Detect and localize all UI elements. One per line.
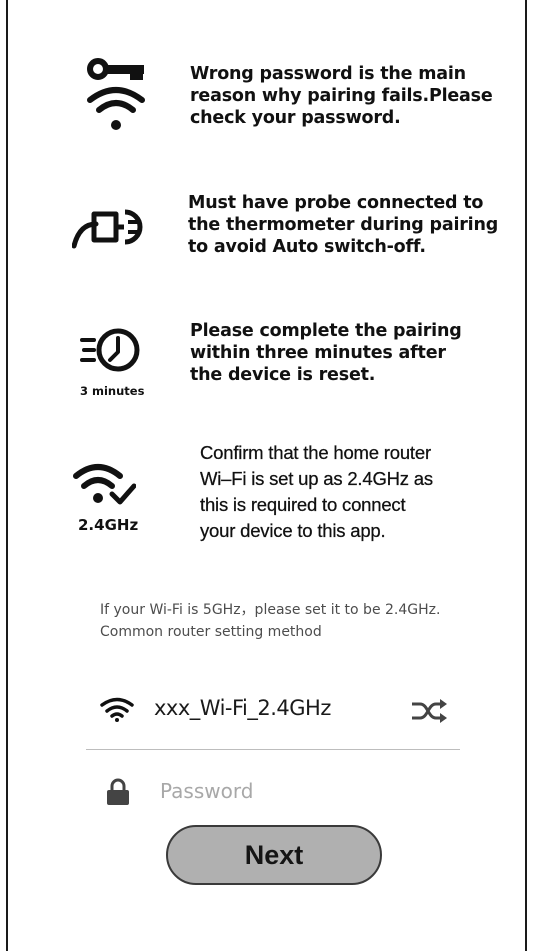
tip-line: Please complete the pairing: [190, 321, 462, 341]
divider: [86, 749, 460, 750]
tip-line: to avoid Auto switch-off.: [188, 237, 426, 257]
tip-line: check your password.: [190, 108, 401, 128]
wifi-5ghz-note: If your Wi-Fi is 5GHz，please set it to b…: [100, 599, 460, 643]
tip-probe-connected: Must have probe connected to the thermom…: [0, 192, 534, 272]
wifi-caption: 2.4GHz: [78, 516, 139, 534]
tip-line: the device is reset.: [190, 365, 376, 385]
probe-plug-icon: [72, 209, 143, 249]
tip-line: Confirm that the home router: [200, 442, 431, 463]
wifi-ssid: xxx_Wi-Fi_2.4GHz: [154, 696, 331, 720]
note-text: If your Wi-Fi is 5GHz，please set it to b…: [100, 602, 441, 618]
wifi-check-icon: [73, 464, 136, 505]
timer-caption: 3 minutes: [80, 384, 145, 398]
tip-line: the thermometer during pairing: [188, 215, 499, 235]
password-input[interactable]: [160, 774, 440, 808]
wifi-ssid-row: xxx_Wi-Fi_2.4GHz: [86, 688, 462, 734]
tip-line: Wi–Fi is set up as 2.4GHz as: [200, 468, 433, 489]
lock-icon: [107, 778, 129, 805]
tip-line: this is required to connect: [200, 494, 406, 515]
router-setting-link[interactable]: Common router setting method: [100, 624, 322, 640]
tip-router-24ghz: 2.4GHz Confirm that the home router Wi–F…: [0, 440, 534, 570]
wifi-icon: [100, 697, 134, 722]
next-button[interactable]: Next: [166, 825, 382, 885]
timer-icon: [80, 328, 140, 372]
tip-line: reason why pairing fails.Please: [190, 86, 493, 106]
tip-line: Must have probe connected to: [188, 193, 484, 213]
tip-three-minutes: 3 minutes Please complete the pairing wi…: [0, 318, 534, 408]
shuffle-icon[interactable]: [410, 698, 448, 724]
tip-line: within three minutes after: [190, 343, 446, 363]
key-wifi-icon: [87, 58, 145, 130]
tip-wrong-password: Wrong password is the main reason why pa…: [0, 56, 534, 156]
tip-line: Wrong password is the main: [190, 64, 466, 84]
tip-line: your device to this app.: [200, 520, 386, 541]
password-row: [100, 772, 460, 812]
